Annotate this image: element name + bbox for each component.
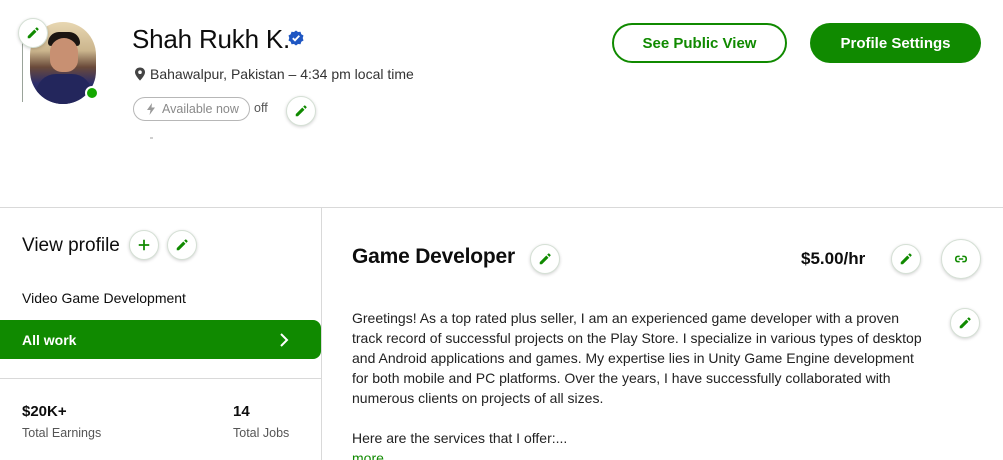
pencil-icon xyxy=(295,105,307,117)
edit-rate-button[interactable] xyxy=(891,244,921,274)
stat-total-jobs: 14 Total Jobs xyxy=(233,403,289,440)
location: Bahawalpur, Pakistan – 4:34 pm local tim… xyxy=(134,66,414,82)
lightning-icon xyxy=(147,103,155,115)
availability-label: Available now xyxy=(162,102,239,116)
pencil-icon xyxy=(176,239,188,251)
pencil-icon xyxy=(539,253,551,265)
chevron-right-icon xyxy=(280,332,289,347)
more-link[interactable]: more xyxy=(352,450,384,460)
stat-value: $20K+ xyxy=(22,403,67,420)
add-profile-button[interactable] xyxy=(129,230,159,260)
profile-name: Shah Rukh K. xyxy=(132,24,291,54)
verified-badge-icon xyxy=(288,30,304,46)
divider-dot xyxy=(150,137,153,139)
stat-total-earnings: $20K+ Total Earnings xyxy=(22,403,101,440)
location-pin-icon xyxy=(135,67,145,81)
availability-state: off xyxy=(254,101,268,115)
pencil-icon xyxy=(27,27,39,39)
online-status-dot xyxy=(85,86,99,100)
column-divider xyxy=(321,208,322,460)
job-title: Game Developer xyxy=(352,245,515,268)
sidebar-item-video-game-development[interactable]: Video Game Development xyxy=(22,290,186,306)
edit-availability-button[interactable] xyxy=(286,96,316,126)
edit-avatar-button[interactable] xyxy=(18,18,48,48)
edit-title-button[interactable] xyxy=(530,244,560,274)
stat-value: 14 xyxy=(233,403,250,420)
all-work-label: All work xyxy=(22,331,77,348)
stat-label: Total Jobs xyxy=(233,426,290,440)
stat-label: Total Earnings xyxy=(22,426,102,440)
availability-badge[interactable]: Available now xyxy=(133,97,250,121)
pencil-icon xyxy=(900,253,912,265)
edit-profile-button[interactable] xyxy=(167,230,197,260)
edit-overview-button[interactable] xyxy=(950,308,980,338)
copy-link-button[interactable] xyxy=(941,239,981,279)
profile-settings-button[interactable]: Profile Settings xyxy=(810,23,981,63)
sidebar-divider xyxy=(0,378,321,379)
section-divider xyxy=(0,207,1003,208)
plus-icon xyxy=(138,239,150,251)
view-profile-heading: View profile xyxy=(22,235,120,256)
overview-text: Greetings! As a top rated plus seller, I… xyxy=(352,310,922,406)
see-public-view-button[interactable]: See Public View xyxy=(612,23,787,63)
pencil-icon xyxy=(959,317,971,329)
link-icon xyxy=(954,255,968,263)
sidebar-item-all-work[interactable]: All work xyxy=(0,320,321,359)
services-intro: Here are the services that I offer:... xyxy=(352,430,568,446)
location-text: Bahawalpur, Pakistan – 4:34 pm local tim… xyxy=(150,66,414,82)
hourly-rate: $5.00/hr xyxy=(801,249,866,268)
